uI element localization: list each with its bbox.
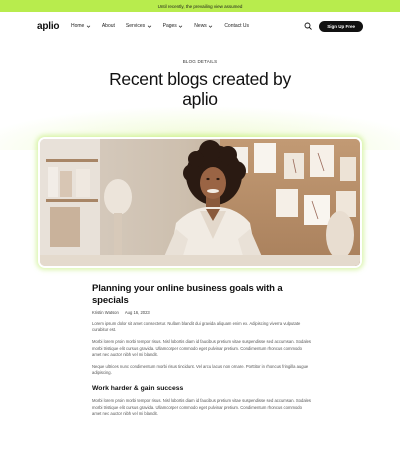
sign-up-button[interactable]: Sign Up Free: [319, 20, 363, 32]
nav-item-news[interactable]: News: [194, 23, 213, 29]
logo[interactable]: aplio: [37, 21, 71, 32]
search-icon: [304, 22, 312, 30]
nav-item-pages[interactable]: Pages: [163, 23, 184, 29]
nav-item-home[interactable]: Home: [71, 23, 91, 29]
announcement-banner: Until recently, the prevailing view assu…: [0, 0, 400, 12]
chevron-down-icon: [209, 25, 213, 28]
nav-actions: Sign Up Free: [303, 20, 363, 32]
nav-item-label: About: [101, 23, 115, 29]
search-button[interactable]: [303, 22, 312, 31]
publish-date: Aug 16, 2023: [124, 310, 150, 315]
nav-item-label: Services: [125, 23, 146, 29]
woman-portrait-image: [40, 139, 360, 266]
featured-image-frame: [38, 137, 362, 268]
nav-menu: Home About Services Pages News Contact U…: [71, 23, 249, 29]
article-body: Planning your online business goals with…: [92, 283, 312, 417]
chevron-down-icon: [147, 25, 151, 28]
article-paragraph: Morbi lorem proin morbi tempor risus. Ni…: [92, 398, 312, 416]
article-paragraph: Lorem ipsum dolor sit amet consectetur. …: [92, 321, 301, 333]
chevron-down-icon: [86, 25, 91, 28]
article-meta: Kristin Watson Aug 16, 2023: [92, 310, 312, 315]
article-title: Planning your online business goals with…: [92, 283, 283, 306]
page-eyebrow: BLOG DETAILS: [182, 59, 218, 64]
announcement-text: Until recently, the prevailing view assu…: [157, 3, 243, 9]
nav-item-services[interactable]: Services: [126, 23, 152, 29]
page-title: Recent blogs created by aplio: [109, 69, 291, 109]
nav-item-label: News: [194, 23, 207, 29]
nav-item-label: Contact Us: [224, 23, 250, 29]
nav-item-label: Home: [71, 23, 85, 29]
article-paragraph: Morbi lorem proin morbi tempor risus. Ni…: [92, 339, 312, 357]
section-heading: Work harder & gain success: [92, 385, 184, 393]
article-paragraph: Neque ultrices nunc condimentum morbi ri…: [92, 364, 309, 376]
nav-item-label: Pages: [162, 23, 177, 29]
featured-image: [40, 139, 360, 266]
chevron-down-icon: [179, 25, 183, 28]
author-name[interactable]: Kristin Watson: [92, 310, 119, 315]
navbar: aplio Home About Services Pages News Con…: [0, 12, 400, 40]
nav-item-contact[interactable]: Contact Us: [224, 23, 249, 29]
nav-item-about[interactable]: About: [102, 23, 115, 29]
